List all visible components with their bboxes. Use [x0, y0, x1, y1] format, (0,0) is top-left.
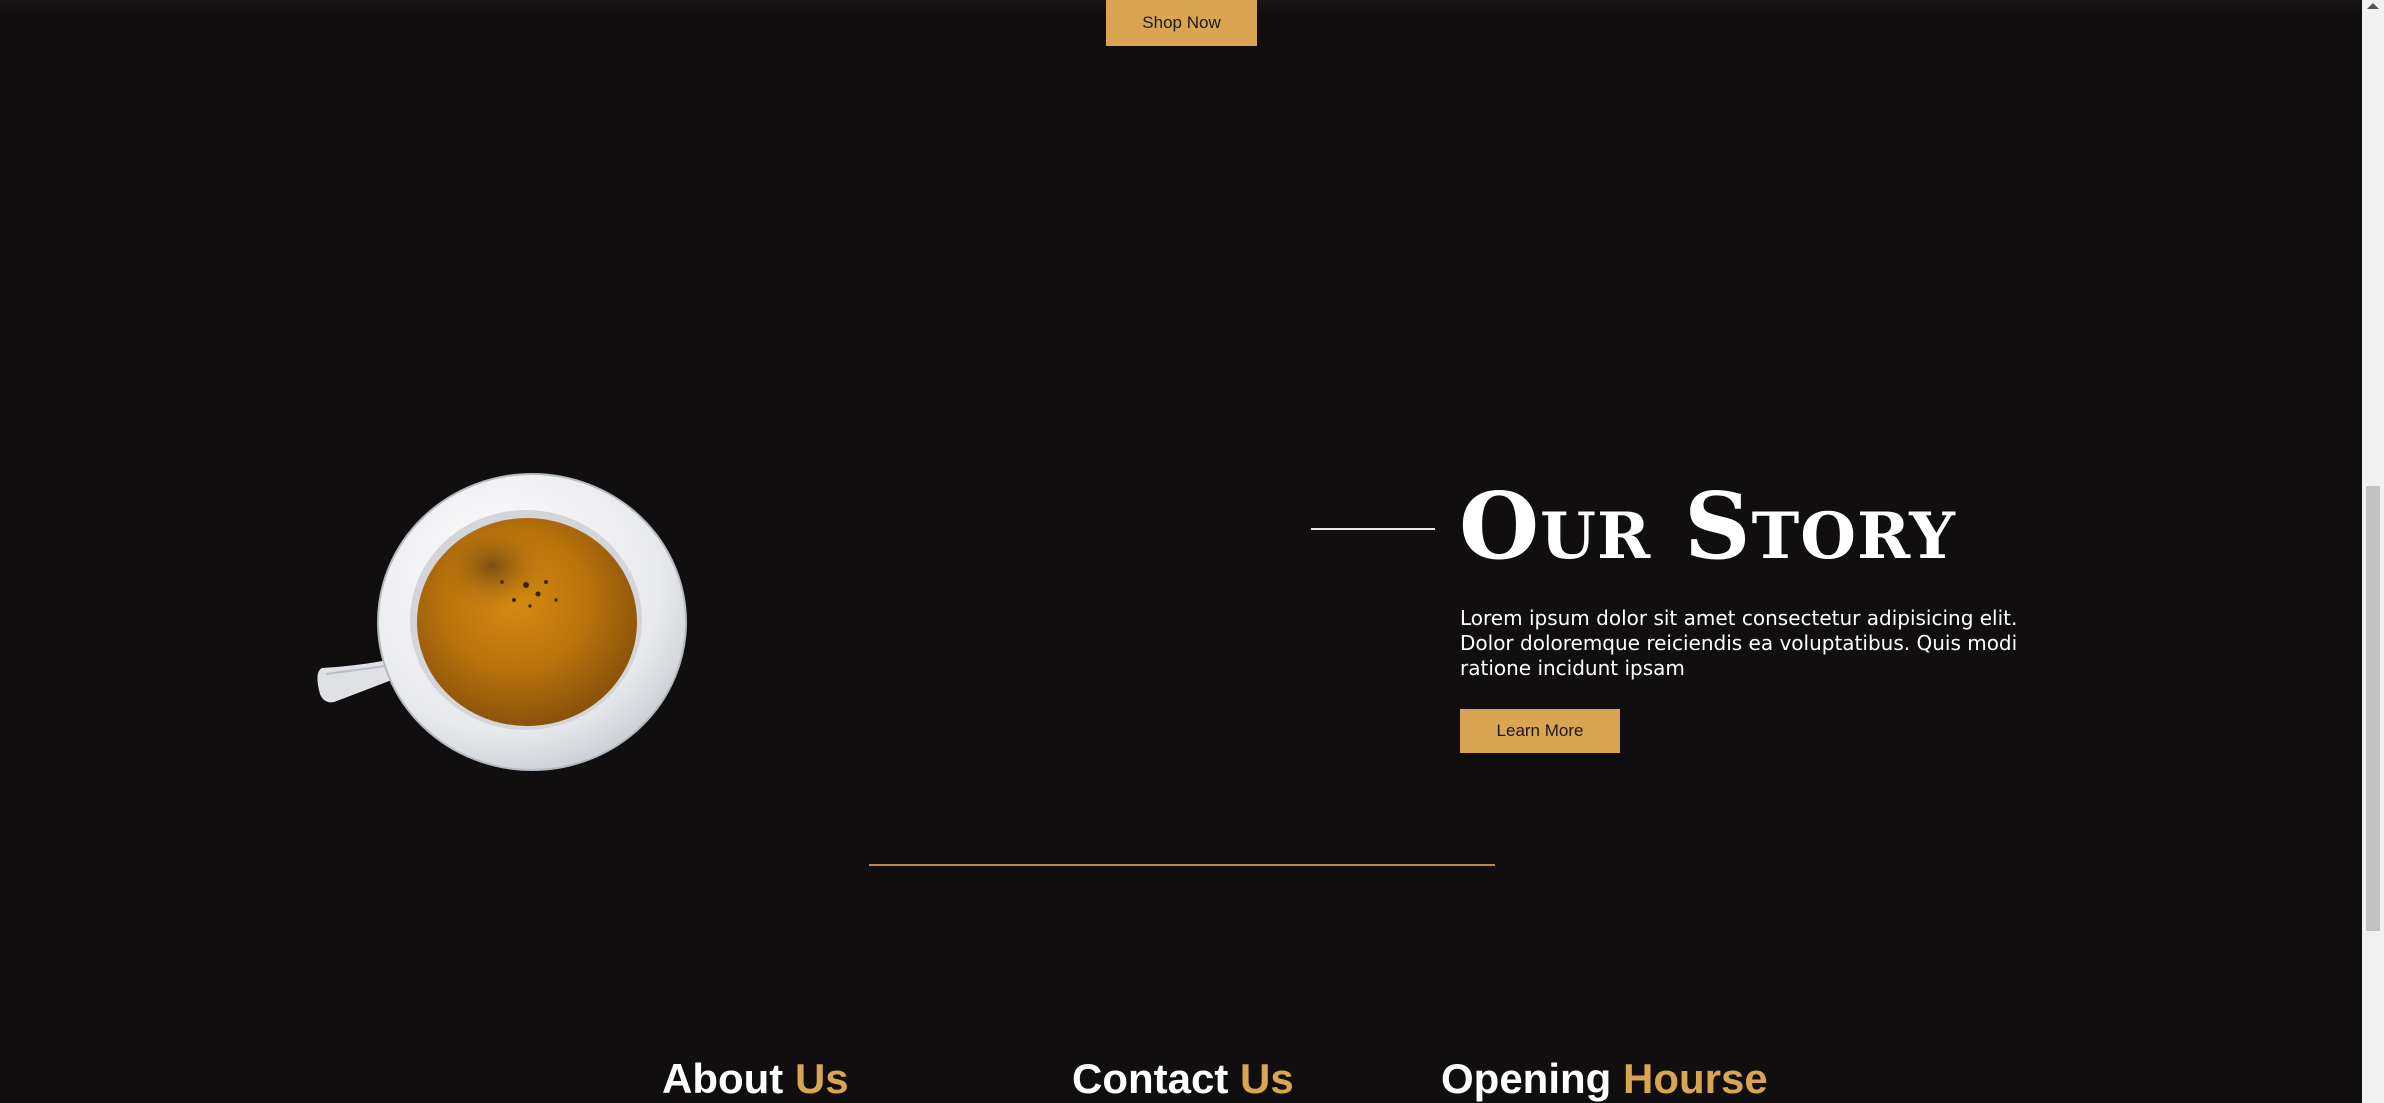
footer-about-accent: Us	[794, 1055, 849, 1102]
story-title: Our Story	[1459, 472, 1956, 580]
footer-hours-main: Opening	[1441, 1055, 1612, 1102]
footer-about-heading: About Us	[662, 1058, 849, 1100]
scrollbar-thumb[interactable]	[2366, 486, 2380, 931]
section-divider	[869, 864, 1495, 866]
footer-contact-heading: Contact Us	[1072, 1058, 1294, 1100]
coffee-cup-image	[317, 473, 687, 771]
shop-now-button[interactable]: Shop Now	[1106, 0, 1257, 46]
scroll-up-arrow-icon[interactable]	[2367, 3, 2379, 9]
story-title-rule	[1311, 528, 1435, 530]
page: Shop Now Our Story Lorem ipsum dolor sit…	[0, 0, 2384, 1103]
footer-hours-accent: Hourse	[1623, 1055, 1768, 1102]
footer-hours-heading: Opening Hourse	[1441, 1058, 1768, 1100]
vertical-scrollbar[interactable]	[2362, 0, 2384, 1103]
story-description: Lorem ipsum dolor sit amet consectetur a…	[1460, 606, 2018, 680]
footer-contact-accent: Us	[1240, 1055, 1294, 1102]
learn-more-button[interactable]: Learn More	[1460, 709, 1620, 753]
footer-about-main: About	[662, 1055, 784, 1102]
footer-contact-main: Contact	[1072, 1055, 1229, 1102]
